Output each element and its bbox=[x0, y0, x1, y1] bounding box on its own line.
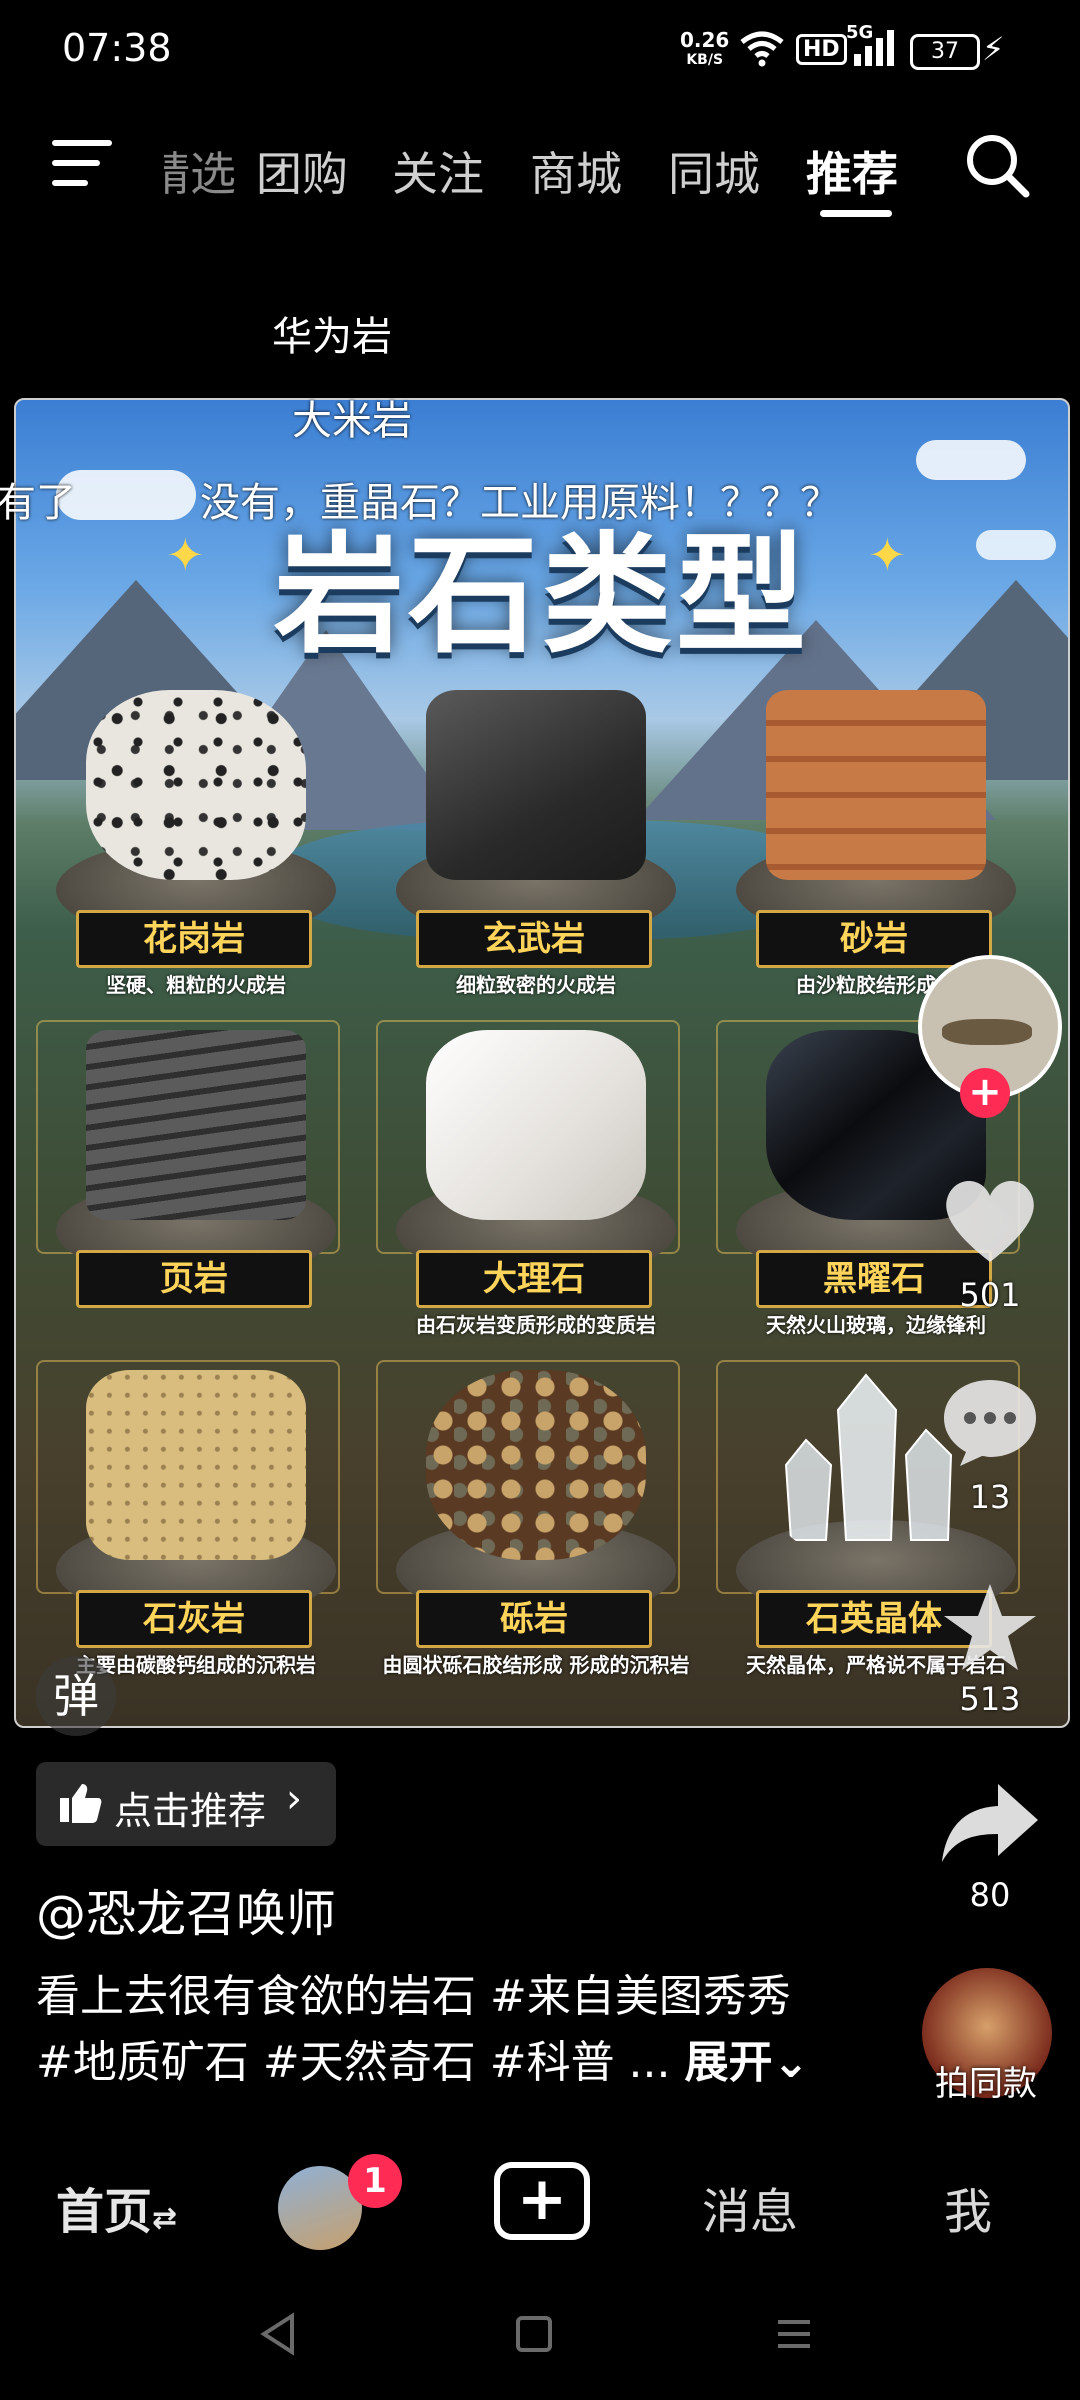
signal-bars-icon bbox=[854, 30, 894, 66]
granite-image bbox=[86, 690, 306, 880]
search-icon[interactable] bbox=[962, 130, 1032, 200]
menu-icon[interactable] bbox=[52, 140, 112, 190]
tab-mall[interactable]: 商城 bbox=[530, 138, 622, 204]
rock-card-basalt: 玄武岩 细粒致密的火成岩 bbox=[376, 680, 686, 1010]
like-count: 501 bbox=[959, 1276, 1021, 1314]
favorite-count: 513 bbox=[959, 1680, 1021, 1718]
wifi-icon bbox=[740, 31, 784, 67]
recents-menu-icon[interactable] bbox=[774, 2314, 814, 2354]
favorite-star-icon[interactable] bbox=[940, 1580, 1040, 1676]
recommend-chip-label: 点击推荐 bbox=[114, 1789, 267, 1833]
rock-card-granite: 花岗岩 坚硬、粗粒的火成岩 bbox=[36, 680, 346, 1010]
create-button[interactable]: + bbox=[494, 2162, 590, 2240]
rock-card-conglomerate: 砾岩 由圆状砾石胶结形成 形成的沉积岩 bbox=[376, 1360, 689, 1690]
author-name[interactable]: @恐龙召唤师 bbox=[36, 1874, 336, 1946]
top-nav: 精选 团购 关注 商城 同城 推荐 bbox=[0, 110, 1080, 220]
danmaku-comment: 大米岩 bbox=[292, 398, 412, 444]
rock-name: 页岩 bbox=[76, 1250, 312, 1308]
tab-recommend[interactable]: 推荐 bbox=[806, 138, 898, 204]
battery-level: 37 bbox=[931, 39, 959, 64]
tab-nearby[interactable]: 同城 bbox=[668, 138, 760, 204]
tab-featured[interactable]: 精选 bbox=[164, 138, 236, 204]
nav-me[interactable]: 我 bbox=[944, 2172, 992, 2242]
rock-name: 玄武岩 bbox=[416, 910, 652, 968]
marble-image bbox=[426, 1030, 646, 1220]
video-player[interactable]: ✦ ✦ 岩石类型 花岗岩 坚硬、粗粒的火成岩 玄武岩 细粒致密的火成岩 砂岩 由… bbox=[14, 398, 1070, 1728]
expand-caption-button[interactable]: 展开⌄ bbox=[685, 2037, 810, 2088]
shale-image bbox=[86, 1030, 306, 1220]
danmaku-comment: 没有，重晶石？工业用原料！？？？ bbox=[200, 480, 840, 526]
conglomerate-image bbox=[426, 1370, 646, 1560]
battery-icon: 37 bbox=[910, 34, 980, 70]
bottom-nav: 首页⇄ 1 + 消息 我 bbox=[0, 2148, 1080, 2258]
hd-voice-icon: HD bbox=[796, 34, 847, 65]
status-time: 07:38 bbox=[62, 26, 172, 70]
rock-card-shale: 页岩 bbox=[36, 1020, 346, 1350]
nav-home[interactable]: 首页⇄ bbox=[56, 2172, 177, 2242]
video-caption-hashtags: #地质矿石 #天然奇石 #科普 ... 展开⌄ bbox=[36, 2026, 809, 2090]
thumbs-up-icon bbox=[60, 1784, 102, 1823]
comment-icon[interactable] bbox=[940, 1376, 1040, 1468]
rock-description: 细粒致密的火成岩 bbox=[456, 973, 616, 997]
back-icon[interactable] bbox=[256, 2312, 300, 2356]
tab-following[interactable]: 关注 bbox=[392, 138, 484, 204]
limestone-image bbox=[86, 1370, 306, 1560]
share-count: 80 bbox=[969, 1876, 1011, 1914]
danmaku-comment: 有了 bbox=[0, 480, 76, 526]
active-tab-indicator bbox=[820, 210, 892, 217]
follow-button[interactable]: + bbox=[960, 1068, 1010, 1118]
nav-messages[interactable]: 消息 bbox=[702, 2172, 798, 2242]
home-square-icon[interactable] bbox=[514, 2314, 554, 2354]
rock-name: 花岗岩 bbox=[76, 910, 312, 968]
charging-icon: ⚡ bbox=[982, 30, 1005, 68]
rock-description: 天然火山玻璃，边缘锋利 bbox=[766, 1313, 986, 1337]
expand-label: 展开 bbox=[684, 2037, 773, 2088]
rock-name: 大理石 bbox=[416, 1250, 652, 1308]
rock-description: 由圆状砾石胶结形成 形成的沉积岩 bbox=[382, 1653, 690, 1677]
nav-home-label: 首页 bbox=[56, 2184, 153, 2240]
status-bar: 07:38 0.26 KB/S HD 5G 37 ⚡ bbox=[0, 0, 1080, 100]
rock-card-limestone: 石灰岩 主要由碳酸钙组成的沉积岩 bbox=[36, 1360, 346, 1690]
share-arrow-icon[interactable] bbox=[938, 1778, 1042, 1868]
system-nav-bar bbox=[0, 2290, 1080, 2380]
sandstone-image bbox=[766, 690, 986, 880]
chevron-right-icon: › bbox=[286, 1776, 302, 1822]
network-speed-value: 0.26 bbox=[680, 28, 730, 52]
comment-count: 13 bbox=[969, 1478, 1011, 1516]
network-speed: 0.26 KB/S bbox=[680, 30, 729, 70]
like-heart-icon[interactable] bbox=[940, 1176, 1040, 1266]
danmaku-toggle-button[interactable]: 弹 bbox=[36, 1656, 116, 1736]
rock-name: 砾岩 bbox=[416, 1590, 652, 1648]
rock-card-marble: 大理石 由石灰岩变质形成的变质岩 bbox=[376, 1020, 686, 1350]
same-style-label[interactable]: 拍同款 bbox=[916, 2056, 1056, 2105]
switch-icon: ⇄ bbox=[152, 2201, 178, 2236]
rock-name: 砂岩 bbox=[756, 910, 992, 968]
video-caption: 看上去很有食欲的岩石 #来自美图秀秀 bbox=[36, 1971, 791, 2022]
tab-group-buy[interactable]: 团购 bbox=[256, 138, 348, 204]
danmaku-comment: 华为岩 bbox=[272, 314, 392, 360]
network-speed-unit: KB/S bbox=[686, 52, 724, 68]
rock-description: 坚硬、粗粒的火成岩 bbox=[106, 973, 286, 997]
hashtags[interactable]: #地质矿石 #天然奇石 #科普 ... bbox=[36, 2037, 671, 2088]
notification-badge: 1 bbox=[348, 2154, 402, 2208]
basalt-image bbox=[426, 690, 646, 880]
recommend-chip[interactable]: 点击推荐 › bbox=[36, 1762, 336, 1846]
rock-name: 石灰岩 bbox=[76, 1590, 312, 1648]
rock-description: 由石灰岩变质形成的变质岩 bbox=[416, 1313, 656, 1337]
